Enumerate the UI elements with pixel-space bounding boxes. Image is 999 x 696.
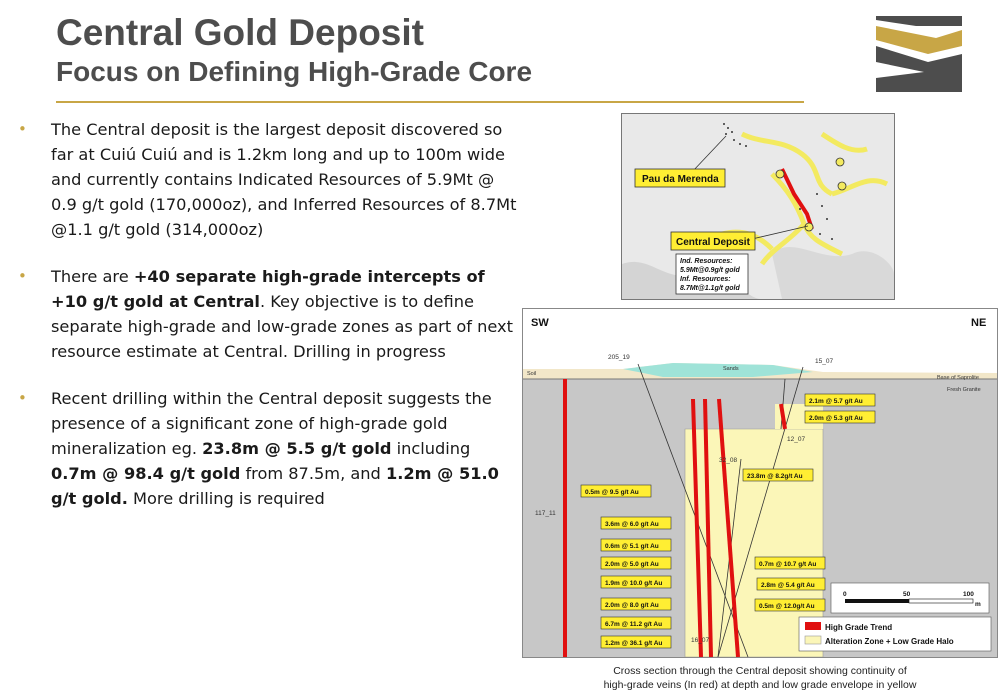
map-label-central-deposit: Central Deposit — [676, 237, 751, 248]
slide-title: Central Gold Deposit — [56, 12, 424, 53]
hole-label: 205_19 — [608, 354, 630, 361]
title-divider — [56, 101, 804, 103]
bullet-segment: The Central deposit is the largest depos… — [51, 120, 517, 239]
hole-label: 16_07 — [691, 637, 709, 644]
map-resources-inf: 8.7Mt@1.1g/t gold — [680, 285, 740, 292]
bullet-text: There are +40 separate high-grade interc… — [51, 267, 513, 361]
bullet-segment-bold: 23.8m @ 5.5 g/t gold — [202, 439, 392, 458]
figure-caption: Cross section through the Central deposi… — [560, 664, 960, 692]
bullet-segment: from 87.5m, and — [240, 464, 386, 483]
intercept-label: 1.2m @ 36.1 g/t Au — [605, 640, 662, 647]
scale-end: 100 — [963, 591, 974, 598]
intercept-label: 6.7m @ 11.2 g/t Au — [605, 621, 662, 628]
scale-mid: 50 — [903, 591, 911, 598]
sw-label: SW — [531, 317, 549, 329]
caption-line: Cross section through the Central deposi… — [613, 665, 907, 677]
bullet-segment: There are — [51, 267, 134, 286]
cross-section-graphic: SW NE Soil Sands Base of Saprolite Fresh… — [523, 309, 997, 657]
hole-label: 15_07 — [815, 358, 833, 365]
intercept-label: 2.0m @ 8.0 g/t Au — [605, 602, 659, 609]
slide-subtitle: Focus on Defining High-Grade Core — [56, 56, 533, 87]
company-logo — [876, 16, 962, 92]
bullet-text: Recent drilling within the Central depos… — [51, 389, 499, 508]
intercept-label: 2.0m @ 5.0 g/t Au — [605, 561, 659, 568]
bullet-segment: More drilling is required — [127, 489, 325, 508]
intercept-label: 3.6m @ 6.0 g/t Au — [605, 521, 659, 528]
caption-line: high-grade veins (In red) at depth and l… — [603, 679, 917, 691]
intercept-label: 2.0m @ 5.3 g/t Au — [809, 415, 863, 422]
hole-label: 32_08 — [719, 457, 737, 464]
ne-label: NE — [971, 317, 986, 329]
map-label-pau-da-merenda: Pau da Merenda — [642, 174, 719, 185]
intercept-label: 0.5m @ 12.0g/t Au — [759, 603, 815, 610]
bullet-list: • The Central deposit is the largest dep… — [18, 117, 518, 533]
bullet-segment-bold: 0.7m @ 98.4 g/t gold — [51, 464, 241, 483]
location-map: Pau da Merenda Central Deposit Ind. Reso… — [621, 113, 895, 300]
bullet-marker: • — [18, 267, 27, 285]
scale-zero: 0 — [843, 591, 847, 598]
cross-section: SW NE Soil Sands Base of Saprolite Fresh… — [522, 308, 998, 658]
intercept-label: 0.6m @ 5.1 g/t Au — [605, 543, 659, 550]
saprolite-label: Base of Saprolite — [937, 375, 979, 381]
soil-label: Soil — [527, 371, 536, 377]
legend-high-grade: High Grade Trend — [825, 623, 892, 632]
bullet-segment: including — [391, 439, 471, 458]
bullet-marker: • — [18, 389, 27, 407]
map-resources-ind-title: Ind. Resources: — [680, 258, 733, 265]
legend-halo: Alteration Zone + Low Grade Halo — [825, 637, 954, 646]
map-resources-ind: 5.9Mt@0.9g/t gold — [680, 267, 740, 274]
intercept-label: 0.5m @ 9.5 g/t Au — [585, 489, 639, 496]
map-resources-inf-title: Inf. Resources: — [680, 276, 731, 283]
scale-unit: m — [975, 601, 981, 608]
intercept-label: 2.1m @ 5.7 g/t Au — [809, 398, 863, 405]
bullet-item: • The Central deposit is the largest dep… — [18, 117, 518, 242]
bullet-item: • There are +40 separate high-grade inte… — [18, 264, 518, 364]
intercept-label: 0.7m @ 10.7 g/t Au — [759, 561, 816, 568]
sands-label: Sands — [723, 366, 739, 372]
bullet-item: • Recent drilling within the Central dep… — [18, 386, 518, 511]
granite-label: Fresh Granite — [947, 387, 981, 393]
bullet-marker: • — [18, 120, 27, 138]
intercept-label: 1.9m @ 10.0 g/t Au — [605, 580, 662, 587]
intercept-label: 23.8m @ 8.2g/t Au — [747, 473, 803, 480]
map-graphic: Pau da Merenda Central Deposit Ind. Reso… — [622, 114, 894, 299]
hole-label: 117_11 — [535, 510, 556, 517]
intercept-label: 2.8m @ 5.4 g/t Au — [761, 582, 815, 589]
bullet-text: The Central deposit is the largest depos… — [51, 120, 516, 239]
hole-label: 12_07 — [787, 436, 805, 443]
